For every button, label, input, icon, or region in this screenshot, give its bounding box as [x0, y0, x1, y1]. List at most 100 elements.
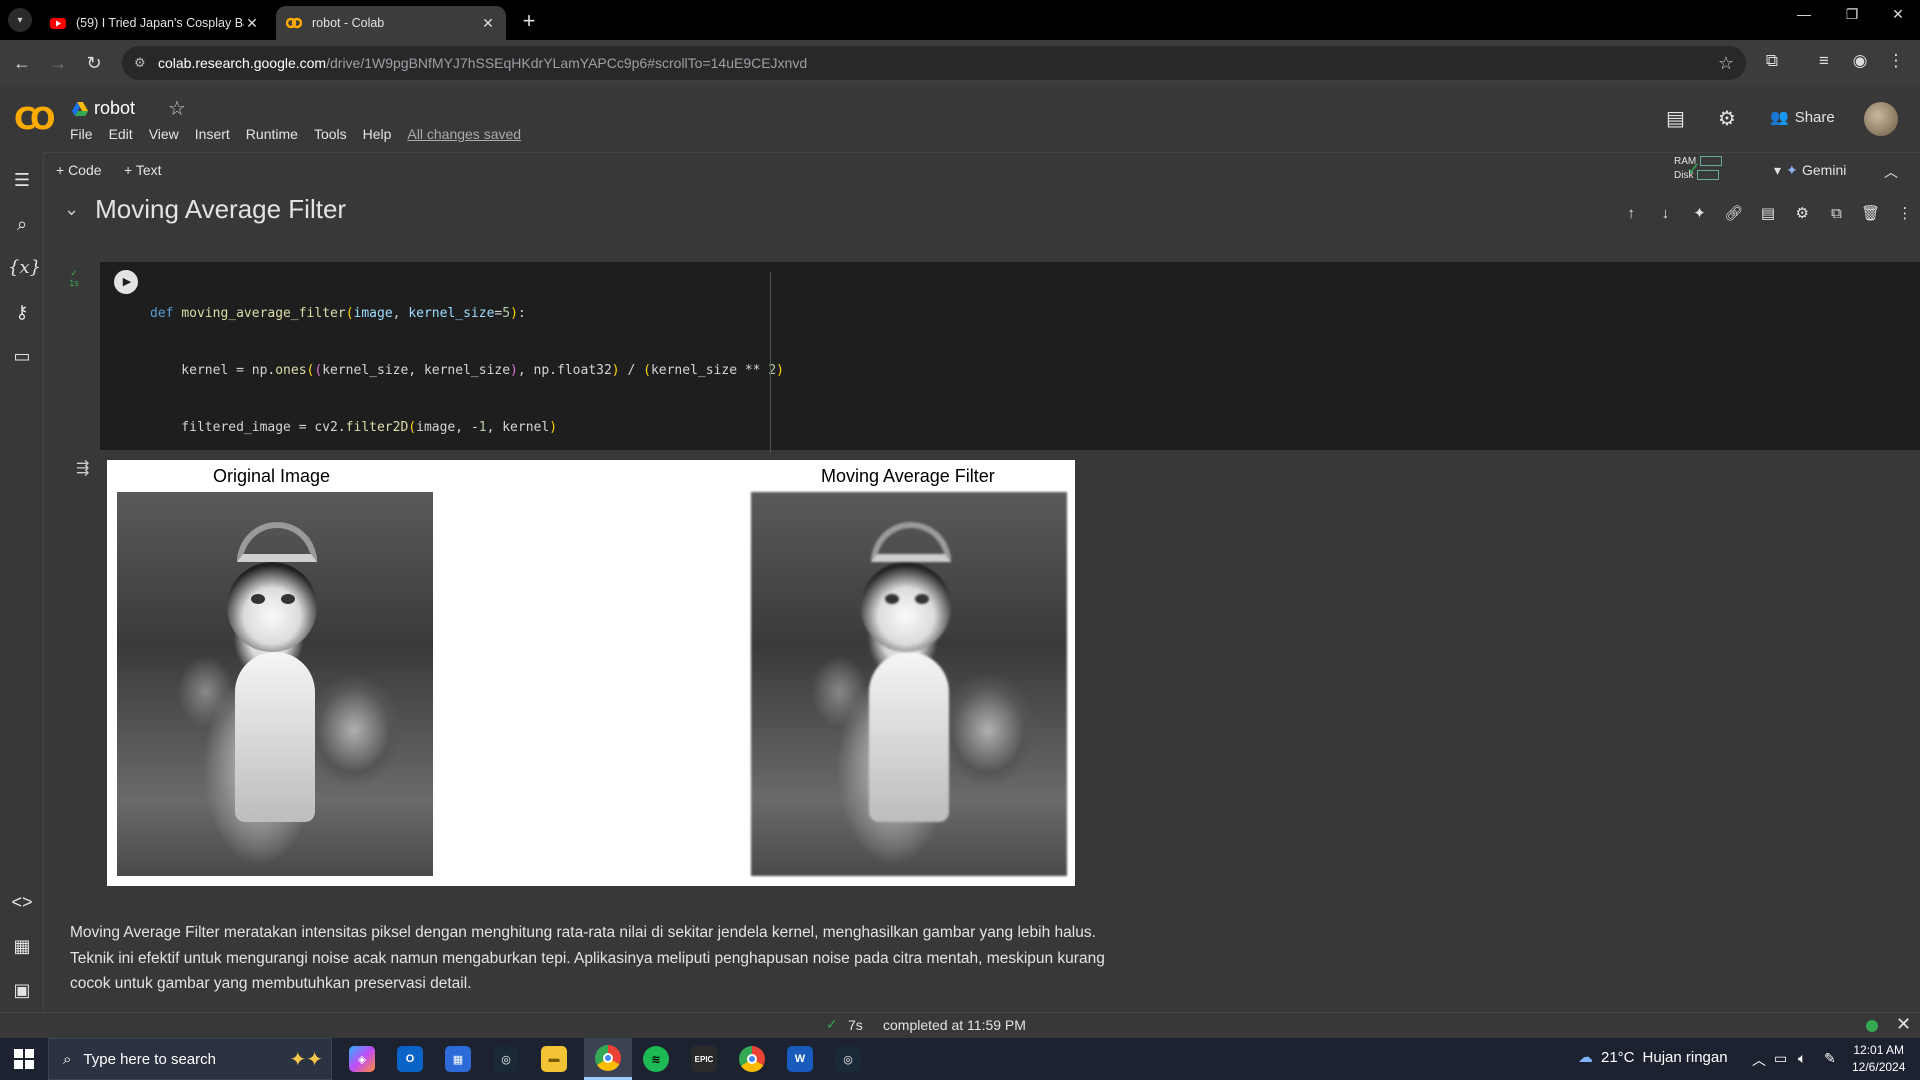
markdown-text-cell[interactable]: Moving Average Filter meratakan intensit…: [70, 920, 1130, 997]
taskbar-search[interactable]: ⌕ Type here to search ✦✦: [48, 1038, 332, 1080]
menu-edit[interactable]: Edit: [101, 126, 141, 142]
ram-disk-indicator[interactable]: RAM Disk: [1674, 155, 1723, 183]
ruler-line: [770, 272, 771, 452]
variables-icon[interactable]: {x}: [8, 254, 41, 282]
run-cell-button[interactable]: ▶: [114, 270, 138, 294]
menu-tools[interactable]: Tools: [306, 126, 355, 142]
volume-icon[interactable]: 🔈︎: [1798, 1050, 1806, 1067]
section-title: Moving Average Filter: [95, 194, 347, 224]
steam-icon[interactable]: ◎: [824, 1038, 872, 1080]
delete-icon[interactable]: 🗑︎: [1860, 204, 1882, 222]
drive-icon: [72, 101, 88, 116]
ram-label: RAM: [1674, 156, 1697, 167]
site-info-icon[interactable]: ⚙: [134, 55, 150, 71]
move-down-icon[interactable]: ↓: [1654, 205, 1676, 222]
address-bar[interactable]: ⚙ colab.research.google.com/drive/1W9pgB…: [122, 46, 1746, 80]
epic-games-icon[interactable]: EPIC: [680, 1038, 728, 1080]
move-up-icon[interactable]: ↑: [1620, 205, 1642, 222]
cat-body-shape: [869, 652, 949, 822]
crown-shape: [237, 522, 317, 562]
comment-icon[interactable]: ▤: [1757, 204, 1779, 222]
avatar[interactable]: [1864, 102, 1898, 136]
copilot-icon[interactable]: ◈: [338, 1038, 386, 1080]
menu-help[interactable]: Help: [355, 126, 400, 142]
completion-status[interactable]: completed at 11:59 PM: [883, 1017, 1026, 1033]
media-control-icon[interactable]: ≡: [1812, 51, 1836, 71]
gemini-sparkle-icon[interactable]: ✦: [1689, 204, 1711, 222]
menu-insert[interactable]: Insert: [187, 126, 238, 142]
file-explorer-icon[interactable]: ▬: [530, 1038, 578, 1080]
cat-face-shape: [861, 562, 951, 652]
terminal-icon[interactable]: ▣: [8, 976, 36, 1004]
word-icon[interactable]: W: [776, 1038, 824, 1080]
more-options-icon[interactable]: ⋮: [1894, 204, 1916, 222]
new-tab-icon[interactable]: +: [516, 8, 542, 34]
collapse-header-icon[interactable]: ︿: [1884, 162, 1898, 182]
weather-widget[interactable]: ☁ 21°C Hujan ringan: [1578, 1048, 1728, 1067]
save-status[interactable]: All changes saved: [399, 126, 529, 142]
menu-runtime[interactable]: Runtime: [238, 126, 306, 142]
cell-settings-icon[interactable]: ⚙: [1791, 204, 1813, 222]
outlook-icon[interactable]: O: [386, 1038, 434, 1080]
star-notebook-icon[interactable]: ☆: [168, 96, 186, 121]
windows-start-icon[interactable]: [14, 1049, 34, 1069]
chrome-profile-icon[interactable]: [728, 1038, 776, 1080]
settings-gear-icon[interactable]: ⚙: [1718, 106, 1736, 131]
search-icon[interactable]: ⌕: [8, 210, 36, 238]
menu-file[interactable]: File: [62, 126, 101, 142]
add-code-button[interactable]: + Code: [56, 162, 102, 178]
clock-time: 12:01 AM: [1853, 1043, 1905, 1057]
collapse-section-icon[interactable]: ⌄: [64, 199, 79, 220]
share-button[interactable]: 👥 Share: [1770, 108, 1835, 127]
colab-logo[interactable]: CO: [14, 102, 55, 137]
browser-menu-icon[interactable]: ⋮: [1884, 51, 1908, 71]
back-icon[interactable]: ←: [10, 51, 34, 75]
table-of-contents-icon[interactable]: ☰: [8, 166, 36, 194]
command-palette-icon[interactable]: ▦: [8, 932, 36, 960]
forward-icon[interactable]: →: [46, 51, 70, 75]
chrome-icon[interactable]: [584, 1038, 632, 1080]
window-close-icon[interactable]: ✕: [1878, 6, 1918, 23]
profile-icon[interactable]: ◉: [1848, 51, 1872, 71]
reload-icon[interactable]: ↻: [82, 51, 106, 75]
mirror-cell-icon[interactable]: ⧉: [1825, 205, 1847, 222]
tab-close-icon[interactable]: ✕: [480, 15, 496, 32]
output-figure: Original Image Moving Average Filter: [107, 460, 1075, 886]
pen-icon[interactable]: ✎: [1824, 1050, 1836, 1067]
connection-status-dot: [1866, 1020, 1878, 1032]
store-icon[interactable]: ▦: [434, 1038, 482, 1080]
tab-close-icon[interactable]: ✕: [244, 15, 260, 32]
spotify-icon[interactable]: ≋: [632, 1038, 680, 1080]
menu-view[interactable]: View: [141, 126, 187, 142]
code-snippets-icon[interactable]: <>: [8, 888, 36, 916]
link-icon[interactable]: 🔗︎: [1723, 204, 1745, 222]
restore-icon[interactable]: ❐: [1832, 6, 1872, 23]
runtime-dropdown-icon[interactable]: ▾: [1774, 162, 1781, 179]
tray-overflow-icon[interactable]: ︿: [1752, 1050, 1766, 1070]
extensions-icon[interactable]: ⧉: [1760, 51, 1784, 71]
code-editor[interactable]: def moving_average_filter(image, kernel_…: [150, 266, 1910, 777]
minimize-icon[interactable]: —: [1784, 6, 1824, 22]
system-clock[interactable]: 12:01 AM 12/6/2024: [1852, 1042, 1905, 1076]
tab-search-button[interactable]: ▾: [8, 8, 32, 32]
tab-colab[interactable]: robot - Colab ✕: [276, 6, 506, 40]
add-text-button[interactable]: + Text: [124, 162, 162, 178]
comments-icon[interactable]: ▤: [1666, 106, 1685, 131]
tab-youtube[interactable]: (59) I Tried Japan's Cosplay Bar ✕: [40, 6, 270, 40]
secrets-key-icon[interactable]: ⚷: [8, 298, 36, 326]
output-options-icon[interactable]: ⇶: [76, 458, 89, 478]
disk-label: Disk: [1674, 170, 1694, 181]
original-image-title: Original Image: [213, 466, 331, 486]
code-line: def moving_average_filter(image, kernel_…: [150, 306, 526, 321]
windows-taskbar: ⌕ Type here to search ✦✦ ◈ O ▦ ◎ ▬ ≋ EPI…: [0, 1038, 1920, 1080]
network-icon[interactable]: ▭: [1774, 1050, 1787, 1067]
gemini-button[interactable]: Gemini: [1802, 162, 1846, 178]
code-line: filtered_image = cv2.filter2D(image, -1,…: [150, 420, 558, 435]
bookmark-star-icon[interactable]: ☆: [1718, 53, 1734, 74]
notebook-title[interactable]: robot: [94, 98, 135, 119]
close-status-icon[interactable]: ✕: [1896, 1014, 1911, 1035]
files-folder-icon[interactable]: ▭: [8, 342, 36, 370]
people-icon: 👥: [1770, 109, 1789, 126]
code-cell[interactable]: ✓ 1s ▶ def moving_average_filter(image, k…: [60, 262, 1920, 777]
steam-icon[interactable]: ◎: [482, 1038, 530, 1080]
